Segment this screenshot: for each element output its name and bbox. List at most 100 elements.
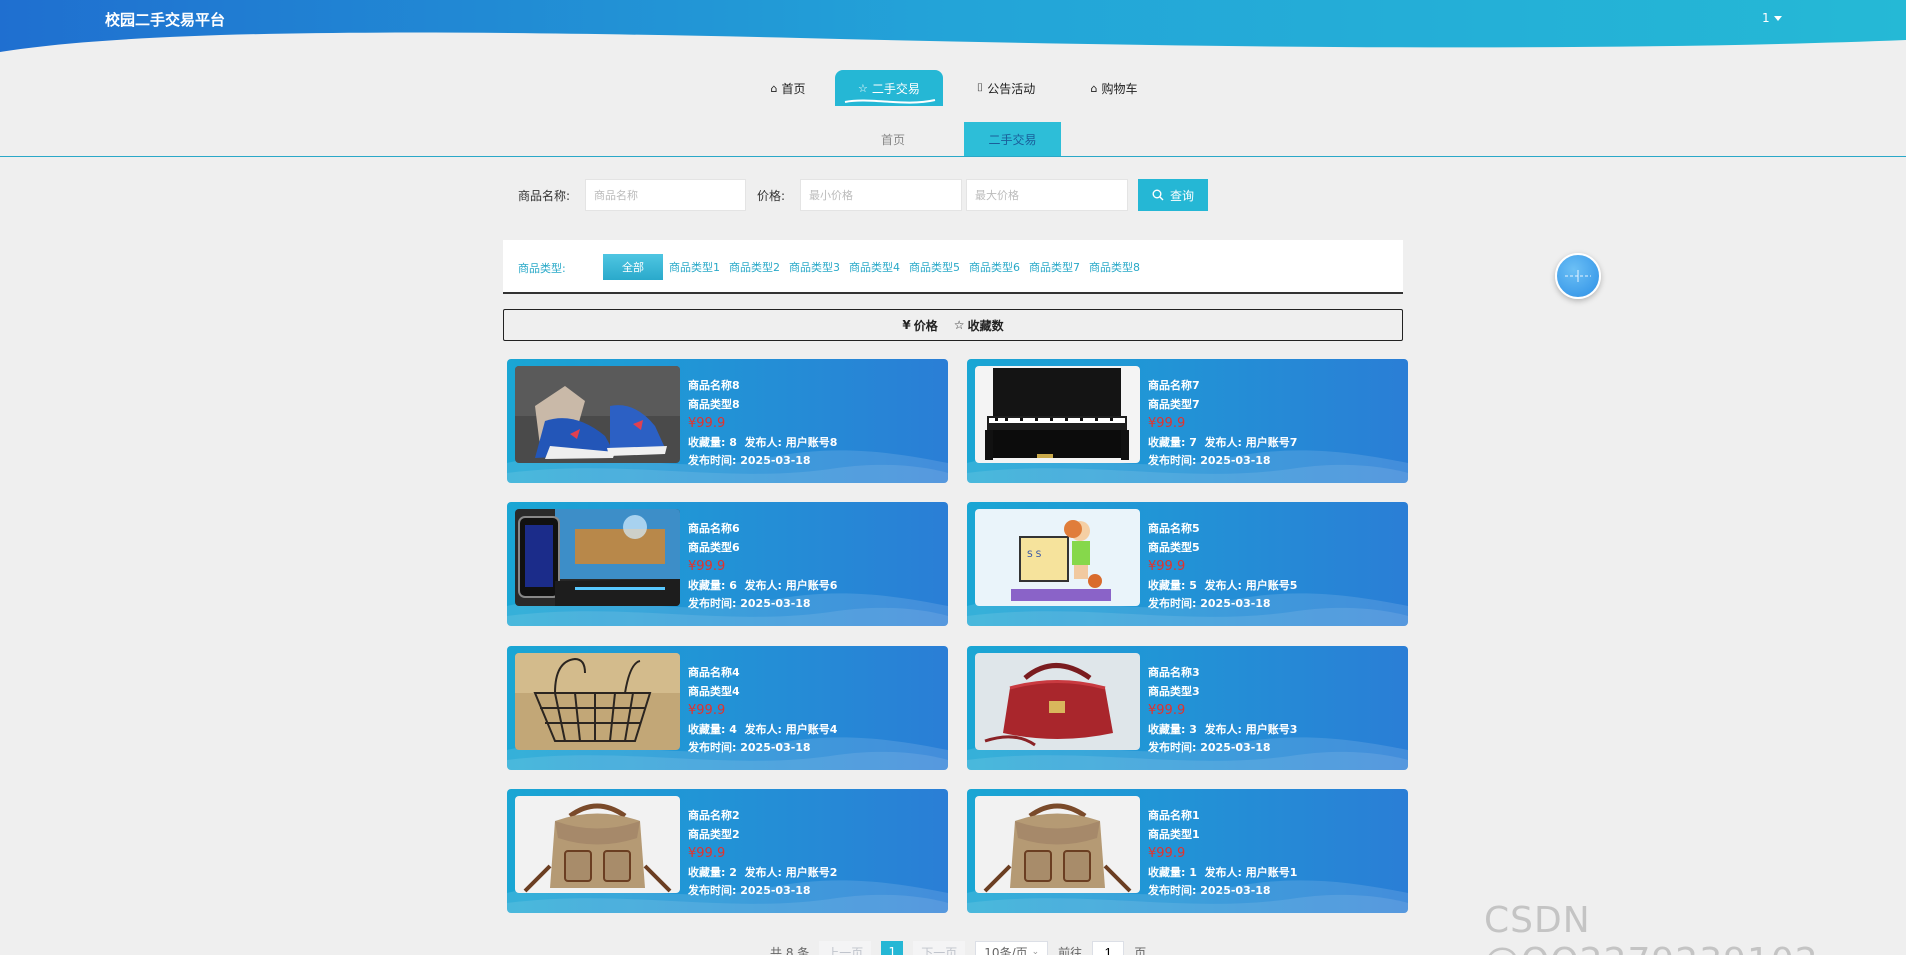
min-price-input[interactable] — [800, 179, 962, 211]
category-item[interactable]: 商品类型6 — [969, 259, 1020, 275]
cart-icon: ⌂ — [1090, 81, 1098, 95]
sort-by-favorites[interactable]: ☆ 收藏数 — [954, 317, 1004, 334]
product-image[interactable]: S S — [975, 509, 1140, 606]
search-form: 商品名称: 价格: 查询 — [0, 179, 1906, 211]
product-meta-row: 收藏量: 3 发布人: 用户账号3 — [1148, 721, 1297, 739]
product-price: ¥99.9 — [1148, 846, 1186, 861]
nav-item-label: 购物车 — [1101, 81, 1138, 96]
category-item[interactable]: 商品类型4 — [849, 259, 900, 275]
page-unit-label: 页 — [1134, 945, 1147, 955]
product-type: 商品类型2 — [688, 828, 740, 841]
product-card[interactable]: 商品名称2 商品类型2 ¥99.9 收藏量: 2 发布人: 用户账号2 发布时间: 20… — [507, 789, 948, 913]
bag-icon: ⌷ — [976, 81, 984, 94]
product-info: 商品名称7 商品类型7 ¥99.9 收藏量: 7 发布人: 用户账号7 发布时间: 20… — [1148, 376, 1297, 470]
page-size-select[interactable]: 10条/页 ⌄ — [975, 941, 1049, 955]
product-name: 商品名称2 — [688, 809, 740, 822]
category-filter: 商品类型: 全部 商品类型1 商品类型2 商品类型3 商品类型4 商品类型5 商… — [503, 240, 1403, 294]
category-list: 全部 商品类型1 商品类型2 商品类型3 商品类型4 商品类型5 商品类型6 商… — [603, 254, 1149, 280]
product-favorites: 收藏量: 5 — [1148, 579, 1197, 592]
product-meta-row: 收藏量: 7 发布人: 用户账号7 — [1148, 434, 1297, 452]
user-menu[interactable]: 1 — [1762, 11, 1782, 25]
prev-page-button[interactable]: 上一页 — [819, 941, 872, 955]
page-size-value: 10条/页 — [984, 945, 1028, 955]
yen-icon: ¥ — [902, 318, 911, 332]
sort-fav-label: 收藏数 — [967, 318, 1004, 333]
product-image[interactable] — [515, 653, 680, 750]
product-type: 商品类型7 — [1148, 398, 1200, 411]
product-name: 商品名称5 — [1148, 522, 1200, 535]
product-image[interactable] — [975, 366, 1140, 463]
sort-by-price[interactable]: ¥ 价格 — [902, 317, 937, 334]
product-meta-row: 收藏量: 1 发布人: 用户账号1 — [1148, 864, 1297, 882]
product-price: ¥99.9 — [688, 846, 726, 861]
goto-page-input[interactable] — [1092, 941, 1125, 955]
product-image[interactable] — [515, 509, 680, 606]
product-publish-time: 发布时间: 2025-03-18 — [688, 454, 811, 467]
nav-item-home[interactable]: ⌂ 首页 — [752, 70, 824, 106]
breadcrumb-home[interactable]: 首页 — [845, 122, 941, 156]
nav-item-cart[interactable]: ⌂ 购物车 — [1078, 70, 1150, 106]
product-image[interactable] — [515, 796, 680, 893]
product-publisher: 发布人: 用户账号6 — [744, 579, 838, 592]
product-meta-row: 收藏量: 8 发布人: 用户账号8 — [688, 434, 837, 452]
product-card[interactable]: 商品名称4 商品类型4 ¥99.9 收藏量: 4 发布人: 用户账号4 发布时间: 20… — [507, 646, 948, 770]
product-publisher: 发布人: 用户账号4 — [744, 723, 838, 736]
product-favorites: 收藏量: 7 — [1148, 436, 1197, 449]
sort-price-label: 价格 — [913, 318, 938, 333]
product-publish-time: 发布时间: 2025-03-18 — [688, 741, 811, 754]
star-icon: ☆ — [953, 318, 965, 332]
next-page-button[interactable]: 下一页 — [913, 941, 966, 955]
max-price-input[interactable] — [966, 179, 1128, 211]
product-type: 商品类型3 — [1148, 685, 1200, 698]
category-item[interactable]: 商品类型3 — [789, 259, 840, 275]
product-price: ¥99.9 — [688, 703, 726, 718]
product-info: 商品名称8 商品类型8 ¥99.9 收藏量: 8 发布人: 用户账号8 发布时间: 20… — [688, 376, 837, 470]
product-price: ¥99.9 — [1148, 416, 1186, 431]
chevron-down-icon: ⌄ — [1031, 947, 1040, 955]
star-icon: ☆ — [858, 81, 868, 95]
product-name: 商品名称7 — [1148, 379, 1200, 392]
product-publisher: 发布人: 用户账号3 — [1204, 723, 1298, 736]
category-item[interactable]: 商品类型5 — [909, 259, 960, 275]
product-publisher: 发布人: 用户账号8 — [744, 436, 838, 449]
search-icon — [1152, 189, 1164, 201]
product-favorites: 收藏量: 4 — [688, 723, 737, 736]
product-image[interactable] — [515, 366, 680, 463]
search-button[interactable]: 查询 — [1138, 179, 1208, 211]
product-card[interactable]: 商品名称8 商品类型8 ¥99.9 收藏量: 8 发布人: 用户账号8 发布时间: 20… — [507, 359, 948, 483]
product-price: ¥99.9 — [1148, 703, 1186, 718]
product-image[interactable] — [975, 653, 1140, 750]
product-price: ¥99.9 — [1148, 559, 1186, 574]
pagination-total: 共 8 条 — [770, 945, 810, 955]
category-item[interactable]: 商品类型7 — [1029, 259, 1080, 275]
product-type: 商品类型6 — [688, 541, 740, 554]
user-name: 1 — [1762, 11, 1770, 25]
top-header: 校园二手交易平台 1 — [0, 0, 1906, 56]
product-card[interactable]: 商品名称7 商品类型7 ¥99.9 收藏量: 7 发布人: 用户账号7 发布时间: 20… — [967, 359, 1408, 483]
category-item[interactable]: 商品类型1 — [669, 259, 720, 275]
product-publisher: 发布人: 用户账号7 — [1204, 436, 1298, 449]
product-name: 商品名称6 — [688, 522, 740, 535]
product-image[interactable] — [975, 796, 1140, 893]
product-publish-time: 发布时间: 2025-03-18 — [1148, 741, 1271, 754]
product-card[interactable]: S S 商品名称5 商品类型5 ¥99.9 收藏量: 5 发布人: 用户账号5 发布时间:… — [967, 502, 1408, 626]
product-card[interactable]: 商品名称3 商品类型3 ¥99.9 收藏量: 3 发布人: 用户账号3 发布时间: 20… — [967, 646, 1408, 770]
header-wave-background — [0, 0, 1906, 52]
category-item-all[interactable]: 全部 — [603, 254, 663, 280]
product-card[interactable]: 商品名称6 商品类型6 ¥99.9 收藏量: 6 发布人: 用户账号6 发布时间: 20… — [507, 502, 948, 626]
product-info: 商品名称3 商品类型3 ¥99.9 收藏量: 3 发布人: 用户账号3 发布时间: 20… — [1148, 663, 1297, 757]
breadcrumb: 首页 二手交易 — [0, 122, 1906, 158]
breadcrumb-divider — [0, 156, 1906, 157]
breadcrumb-trade[interactable]: 二手交易 — [964, 122, 1061, 156]
name-search-input[interactable] — [585, 179, 746, 211]
floating-action-button[interactable] — [1555, 253, 1601, 299]
nav-item-notice[interactable]: ⌷ 公告活动 — [962, 70, 1050, 106]
main-nav: ⌂ 首页 ☆ 二手交易 ⌷ 公告活动 ⌂ 购物车 — [0, 70, 1906, 108]
product-card[interactable]: 商品名称1 商品类型1 ¥99.9 收藏量: 1 发布人: 用户账号1 发布时间: 20… — [967, 789, 1408, 913]
product-type: 商品类型4 — [688, 685, 740, 698]
category-item[interactable]: 商品类型2 — [729, 259, 780, 275]
nav-item-label: 首页 — [781, 81, 806, 96]
category-item[interactable]: 商品类型8 — [1089, 259, 1140, 275]
product-info: 商品名称2 商品类型2 ¥99.9 收藏量: 2 发布人: 用户账号2 发布时间: 20… — [688, 806, 837, 900]
page-number-current[interactable]: 1 — [881, 941, 904, 955]
